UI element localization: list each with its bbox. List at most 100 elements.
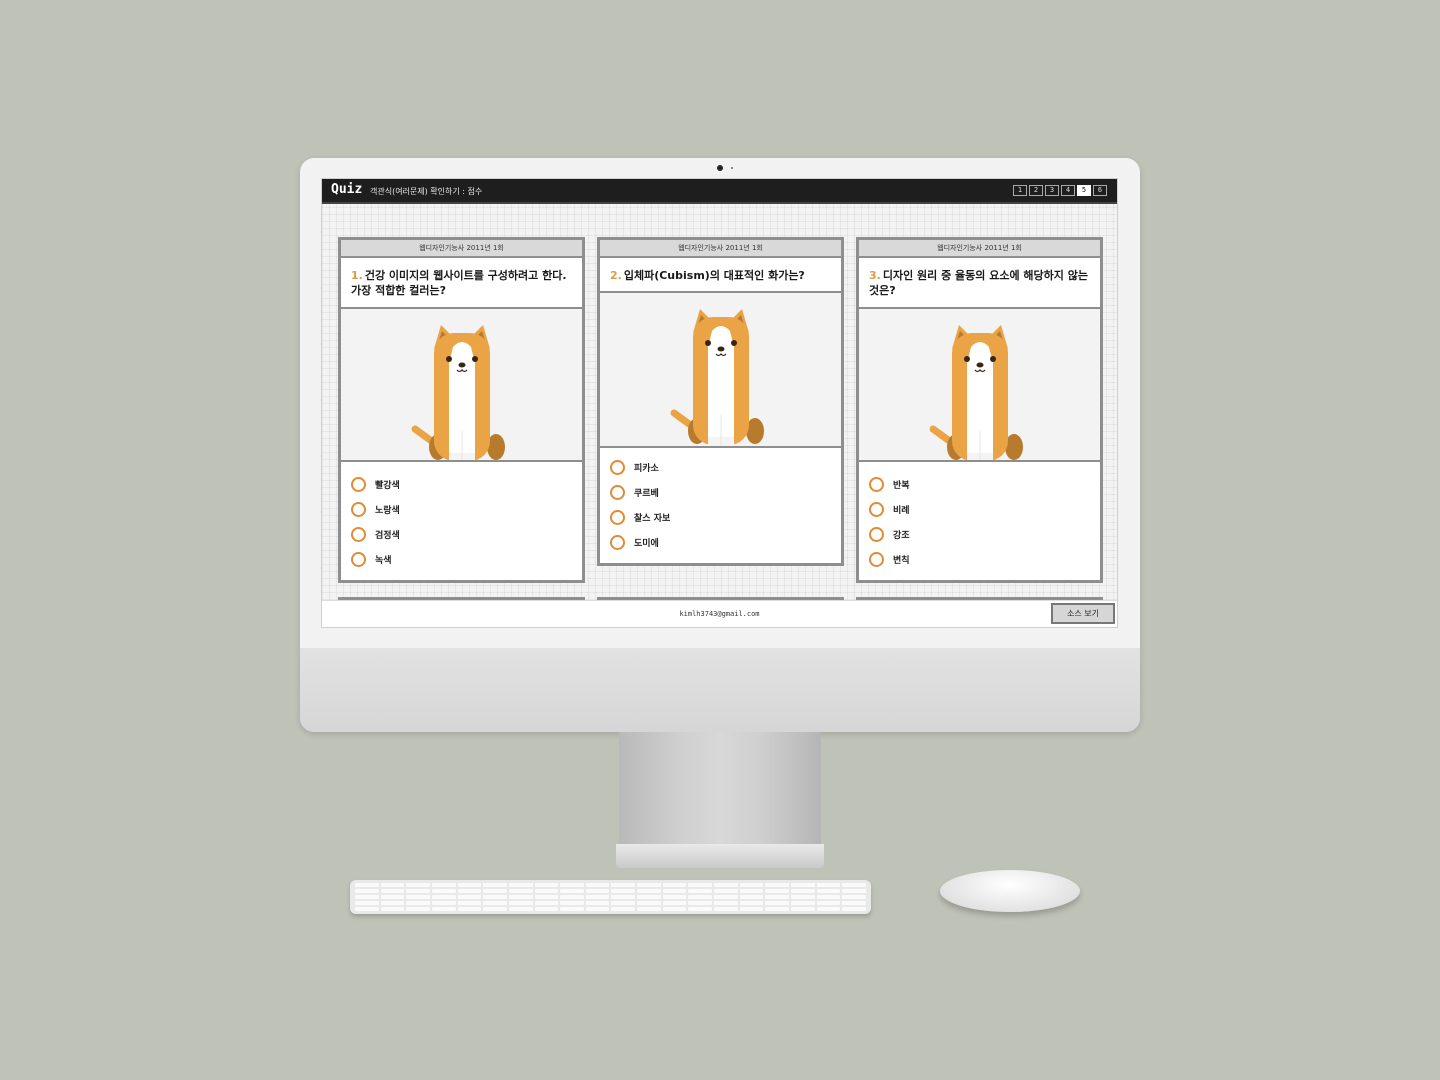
options-list: 피카소 쿠르베 찰스 자보 도미에 (600, 448, 841, 563)
radio-circle-icon[interactable] (351, 527, 366, 542)
keyboard-key (637, 901, 661, 905)
keyboard-key (585, 889, 610, 893)
keyboard-key (431, 901, 456, 905)
keyboard-key (508, 883, 533, 887)
radio-circle-icon[interactable] (869, 527, 884, 542)
keyboard-key (611, 907, 636, 911)
keyboard-key (380, 907, 405, 911)
keyboard-key (842, 889, 866, 893)
keyboard-key (560, 889, 584, 893)
card-source: 웹디자인기능사 2011년 1회 (341, 240, 582, 258)
option-1[interactable]: 빨강색 (351, 472, 582, 497)
keyboard-key (483, 883, 507, 887)
monitor-stand-foot (616, 844, 824, 868)
option-4[interactable]: 녹색 (351, 547, 582, 572)
keyboard-key (637, 889, 661, 893)
keyboard-key (688, 907, 713, 911)
question-number: 1. (351, 269, 363, 282)
pagination: 1 2 3 4 5 6 (1013, 185, 1107, 196)
dog-mascot-icon (859, 309, 1100, 462)
radio-circle-icon[interactable] (869, 502, 884, 517)
keyboard-key (483, 901, 507, 905)
page-button-5[interactable]: 5 (1077, 185, 1091, 196)
quiz-card-3: 웹디자인기능사 2011년 1회 3. 디자인 원리 중 율동의 요소에 해당하지… (856, 237, 1103, 583)
screen: Quiz 객관식(여러문제) 확인하기 : 점수 1 2 3 4 5 6 웹디자… (321, 178, 1118, 628)
brand-logo: Quiz (331, 182, 363, 197)
keyboard-key (714, 901, 738, 905)
keyboard (350, 880, 871, 914)
keyboard-key (508, 889, 533, 893)
keyboard-key (431, 907, 456, 911)
radio-circle-icon[interactable] (351, 502, 366, 517)
keyboard-key (842, 883, 866, 887)
question-text: 3. 디자인 원리 중 율동의 요소에 해당하지 않는 것은? (859, 258, 1100, 309)
option-2[interactable]: 노랑색 (351, 497, 582, 522)
keyboard-key (714, 895, 738, 899)
keyboard-key (560, 883, 584, 887)
radio-circle-icon[interactable] (610, 460, 625, 475)
monitor-chin (300, 648, 1140, 732)
page-button-1[interactable]: 1 (1013, 185, 1027, 196)
option-2[interactable]: 비례 (869, 497, 1100, 522)
keyboard-key (406, 883, 430, 887)
question-label: 건강 이미지의 웹사이트를 구성하려고 한다. 가장 적합한 컬러는? (351, 269, 567, 297)
option-4[interactable]: 도미에 (610, 530, 841, 555)
keyboard-key (534, 889, 559, 893)
radio-circle-icon[interactable] (610, 510, 625, 525)
keyboard-key (585, 895, 610, 899)
keyboard-key (457, 889, 482, 893)
question-text: 2. 입체파(Cubism)의 대표적인 화가는? (600, 258, 841, 293)
keyboard-key (739, 901, 764, 905)
keyboard-key (355, 907, 379, 911)
keyboard-key (560, 895, 584, 899)
page-subtitle: 객관식(여러문제) 확인하기 : 점수 (370, 187, 483, 196)
keyboard-key (739, 907, 764, 911)
keyboard-key (380, 883, 405, 887)
radio-circle-icon[interactable] (869, 477, 884, 492)
keyboard-key (355, 883, 379, 887)
radio-circle-icon[interactable] (610, 535, 625, 550)
view-source-button[interactable]: 소스 보기 (1051, 603, 1115, 624)
keyboard-key (585, 883, 610, 887)
keyboard-key (406, 907, 430, 911)
keyboard-key (406, 901, 430, 905)
footer: kimlh3743@gmail.com 소스 보기 (322, 600, 1117, 627)
keyboard-key (662, 889, 687, 893)
dog-mascot-icon (341, 309, 582, 462)
keyboard-key (483, 889, 507, 893)
keyboard-key (739, 889, 764, 893)
page-button-6[interactable]: 6 (1093, 185, 1107, 196)
radio-circle-icon[interactable] (610, 485, 625, 500)
keyboard-key (765, 907, 790, 911)
keyboard-key (842, 895, 866, 899)
keyboard-key (380, 889, 405, 893)
radio-circle-icon[interactable] (351, 552, 366, 567)
page-button-4[interactable]: 4 (1061, 185, 1075, 196)
keyboard-key (508, 901, 533, 905)
keyboard-key (380, 895, 405, 899)
keyboard-key (816, 895, 841, 899)
keyboard-key (457, 883, 482, 887)
option-3[interactable]: 찰스 자보 (610, 505, 841, 530)
keyboard-key (355, 889, 379, 893)
page-button-3[interactable]: 3 (1045, 185, 1059, 196)
keyboard-key (431, 889, 456, 893)
keyboard-key (355, 895, 379, 899)
option-1[interactable]: 피카소 (610, 455, 841, 480)
page-button-2[interactable]: 2 (1029, 185, 1043, 196)
question-label: 입체파(Cubism)의 대표적인 화가는? (623, 269, 805, 282)
option-1[interactable]: 반복 (869, 472, 1100, 497)
option-3[interactable]: 강조 (869, 522, 1100, 547)
radio-circle-icon[interactable] (351, 477, 366, 492)
option-4[interactable]: 변칙 (869, 547, 1100, 572)
keyboard-key (560, 907, 584, 911)
keyboard-key (585, 907, 610, 911)
radio-circle-icon[interactable] (869, 552, 884, 567)
keyboard-key (483, 895, 507, 899)
keyboard-key (791, 901, 815, 905)
option-3[interactable]: 검정색 (351, 522, 582, 547)
keyboard-key (739, 883, 764, 887)
keyboard-key (611, 889, 636, 893)
option-2[interactable]: 쿠르베 (610, 480, 841, 505)
keyboard-key (534, 901, 559, 905)
